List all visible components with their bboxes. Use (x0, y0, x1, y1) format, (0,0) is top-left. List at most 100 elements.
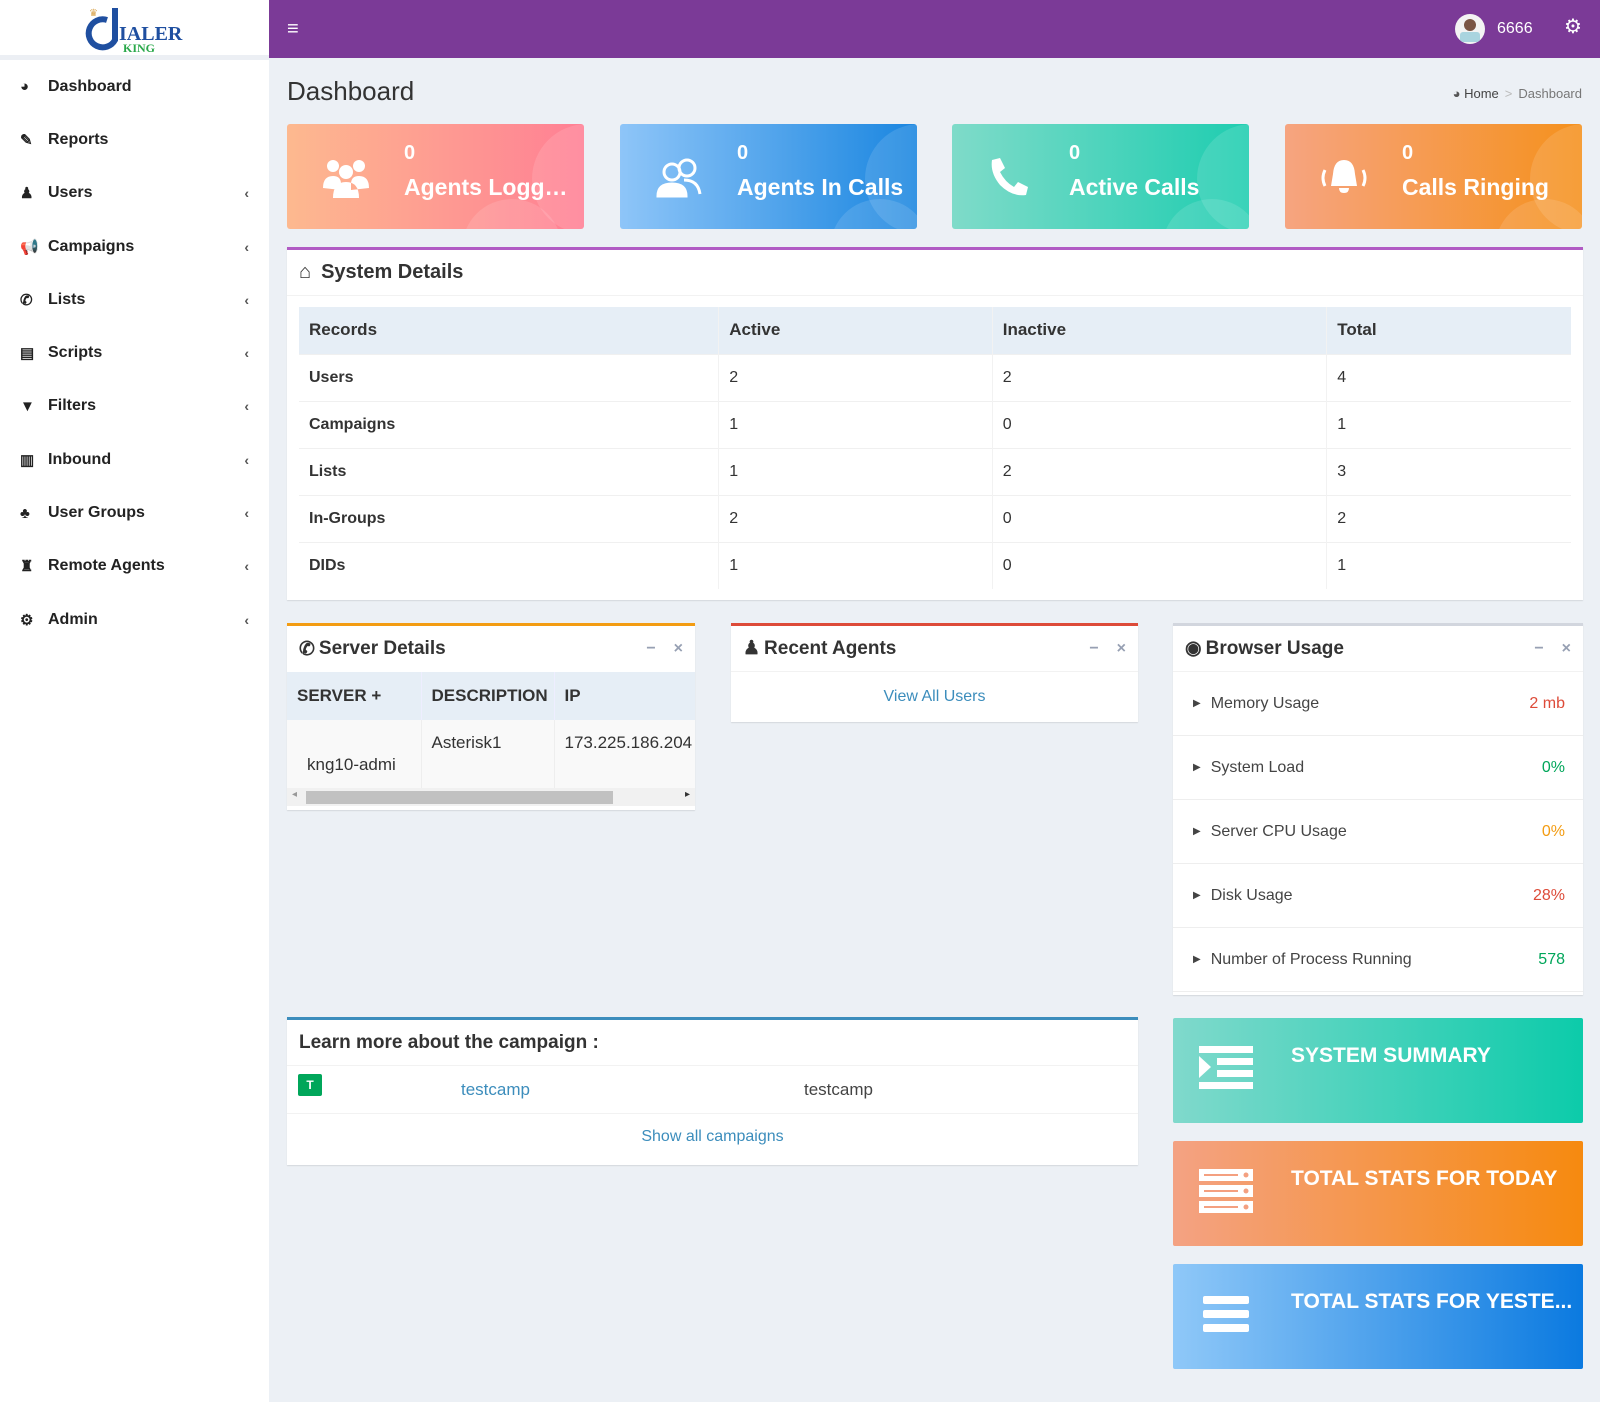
total-stats-today-button[interactable]: TOTAL STATS FOR TODAY (1173, 1141, 1583, 1246)
recent-agents-panel: ♟Recent Agents − × View All Users (731, 623, 1138, 722)
sidebar-item-lists[interactable]: ✆Lists‹ (0, 273, 269, 326)
table-cell: 1 (719, 542, 992, 589)
summary-label: TOTAL STATS FOR TODAY (1291, 1167, 1557, 1191)
sidebar-item-label: Scripts (48, 344, 244, 362)
bar-chart-icon: ▥ (20, 451, 48, 469)
usage-value: 578 (1538, 951, 1565, 969)
sidebar-item-inbound[interactable]: ▥Inbound‹ (0, 433, 269, 486)
gear-icon: ⚙ (20, 611, 48, 629)
card-label: Calls Ringing (1402, 174, 1549, 201)
sidebar-item-label: Lists (48, 291, 244, 309)
sidebar-item-user-groups[interactable]: ♣User Groups‹ (0, 486, 269, 539)
view-all-users-link[interactable]: View All Users (884, 688, 986, 705)
table-cell: Campaigns (299, 401, 719, 448)
browser-usage-item[interactable]: ▶Memory Usage2 mb (1173, 672, 1583, 736)
table-cell: 2 (719, 495, 992, 542)
chevron-left-icon: ‹ (244, 558, 249, 574)
browser-usage-item[interactable]: ▶System Load0% (1173, 736, 1583, 800)
column-header[interactable]: SERVER + (287, 672, 421, 720)
horizontal-scrollbar[interactable]: ◂▸ (287, 788, 695, 806)
breadcrumb-home[interactable]: Home (1464, 86, 1499, 101)
card-value: 0 (737, 142, 748, 165)
system-summary-button[interactable]: SYSTEM SUMMARY (1173, 1018, 1583, 1123)
usage-label: Memory Usage (1211, 695, 1319, 713)
hamburger-menu-icon[interactable]: ≡ (287, 18, 299, 41)
phone-icon: ✆ (299, 638, 315, 661)
summary-label: TOTAL STATS FOR YESTE... (1291, 1290, 1572, 1314)
sidebar-item-label: Users (48, 184, 244, 202)
firefox-icon: ◉ (1185, 637, 1202, 660)
column-header: Records (299, 307, 719, 354)
campaign-row: T testcamp testcamp (287, 1066, 1138, 1114)
close-button[interactable]: × (1562, 640, 1571, 658)
sidebar-item-dashboard[interactable]: ◕Dashboard (0, 60, 269, 113)
sidebar-item-label: Filters (48, 397, 244, 415)
indent-list-icon (1199, 1046, 1255, 1090)
minimize-button[interactable]: − (646, 640, 655, 658)
sidebar: ♛ IALER KING ◕Dashboard✎Reports♟Users‹📢C… (0, 0, 269, 1402)
table-cell: In-Groups (299, 495, 719, 542)
sidebar-item-label: Inbound (48, 451, 244, 469)
system-details-panel: ⌂System Details RecordsActiveInactiveTot… (287, 247, 1583, 600)
campaign-panel: Learn more about the campaign : T testca… (287, 1017, 1138, 1165)
table-cell: Lists (299, 448, 719, 495)
card-label: Active Calls (1069, 174, 1199, 201)
scrollbar-thumb[interactable] (306, 791, 613, 804)
stat-card-calls-ringing[interactable]: 0 Calls Ringing (1285, 124, 1582, 229)
file-icon: ▤ (20, 344, 48, 362)
table-cell: 3 (1327, 448, 1571, 495)
sidebar-item-admin[interactable]: ⚙Admin‹ (0, 593, 269, 646)
sidebar-item-filters[interactable]: ▼Filters‹ (0, 380, 269, 433)
chevron-left-icon: ‹ (244, 398, 249, 414)
usage-label: Disk Usage (1211, 887, 1293, 905)
edit-icon: ✎ (20, 131, 48, 149)
svg-text:♛: ♛ (89, 8, 98, 19)
sidebar-item-scripts[interactable]: ▤Scripts‹ (0, 326, 269, 379)
close-button[interactable]: × (1117, 640, 1126, 658)
stat-card-agents-in-calls[interactable]: 0 Agents In Calls (620, 124, 917, 229)
stat-card-active-calls[interactable]: 0 Active Calls (952, 124, 1249, 229)
sidebar-item-users[interactable]: ♟Users‹ (0, 167, 269, 220)
sidebar-item-reports[interactable]: ✎Reports (0, 113, 269, 166)
chevron-left-icon: ‹ (244, 292, 249, 308)
user-icon: ♟ (743, 637, 760, 660)
close-button[interactable]: × (674, 640, 683, 658)
column-header: DESCRIPTION (421, 672, 554, 720)
sidebar-item-campaigns[interactable]: 📢Campaigns‹ (0, 220, 269, 273)
minimize-button[interactable]: − (1089, 640, 1098, 658)
table-row: Users224 (299, 354, 1571, 401)
table-cell: 0 (992, 495, 1327, 542)
card-value: 0 (1402, 142, 1413, 165)
minimize-button[interactable]: − (1534, 640, 1543, 658)
total-stats-yesterday-button[interactable]: TOTAL STATS FOR YESTE... (1173, 1264, 1583, 1369)
table-cell: 2 (992, 448, 1327, 495)
card-label: Agents In Calls (737, 174, 903, 201)
table-cell: 2 (1327, 495, 1571, 542)
logo[interactable]: ♛ IALER KING (0, 0, 269, 60)
server-rack-icon (1199, 1169, 1255, 1213)
table-row: DIDs101 (299, 542, 1571, 589)
stat-card-agents-logged-in[interactable]: 0 Agents Logge... (287, 124, 584, 229)
page-title: Dashboard (287, 76, 414, 107)
settings-gears-icon[interactable]: ⚙ (1564, 14, 1582, 39)
system-details-table: RecordsActiveInactiveTotalUsers224Campai… (299, 307, 1571, 589)
chevron-left-icon: ‹ (244, 612, 249, 628)
usage-label: Number of Process Running (1211, 951, 1412, 969)
browser-usage-item[interactable]: ▶Number of Process Running578 (1173, 928, 1583, 992)
table-row: Campaigns101 (299, 401, 1571, 448)
campaign-link[interactable]: testcamp (461, 1080, 530, 1100)
user-avatar[interactable] (1455, 14, 1485, 44)
sidebar-item-remote-agents[interactable]: ♜Remote Agents‹ (0, 540, 269, 593)
users-icon: ♣ (20, 505, 48, 522)
show-all-campaigns-link[interactable]: Show all campaigns (641, 1128, 783, 1145)
dashboard-icon: ◕ (20, 78, 48, 95)
user-secret-icon: ♜ (20, 557, 48, 575)
sidebar-item-label: Campaigns (48, 238, 244, 256)
browser-usage-panel: ◉Browser Usage −× ▶Memory Usage2 mb▶Syst… (1173, 623, 1583, 995)
panel-title: Recent Agents (764, 638, 896, 660)
panel-title: Learn more about the campaign : (287, 1020, 1138, 1066)
browser-usage-item[interactable]: ▶Server CPU Usage0% (1173, 800, 1583, 864)
browser-usage-item[interactable]: ▶Disk Usage28% (1173, 864, 1583, 928)
phone-icon (986, 156, 1036, 198)
username[interactable]: 6666 (1497, 20, 1533, 38)
